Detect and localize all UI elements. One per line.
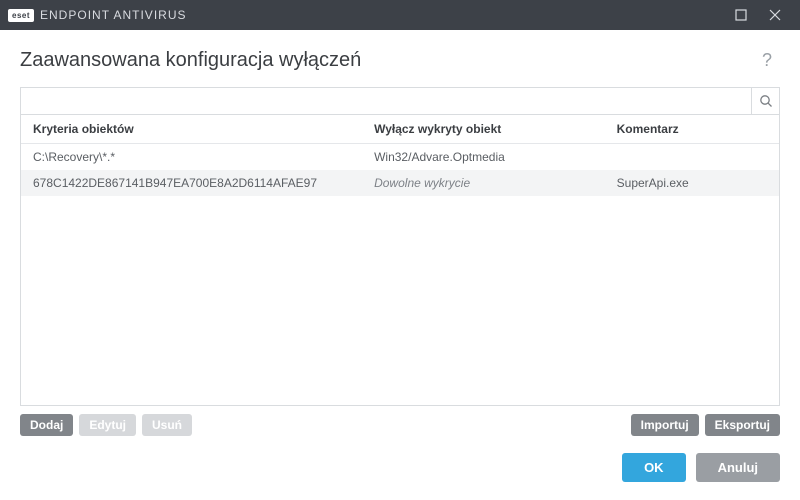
close-button[interactable] [758, 0, 792, 30]
exclusions-table-wrap: Kryteria obiektów Wyłącz wykryty obiekt … [20, 115, 780, 406]
titlebar: eset ENDPOINT ANTIVIRUS [0, 0, 800, 30]
export-button[interactable]: Eksportuj [705, 414, 780, 436]
search-row [20, 87, 780, 115]
cell-exclude: Dowolne wykrycie [362, 170, 605, 196]
cell-comment: SuperApi.exe [605, 170, 779, 196]
toolbar: Dodaj Edytuj Usuń Importuj Eksportuj [0, 406, 800, 436]
delete-button: Usuń [142, 414, 192, 436]
cell-criteria: 678C1422DE867141B947EA700E8A2D6114AFAE97 [21, 170, 362, 196]
minimize-icon [735, 9, 747, 21]
search-input[interactable] [21, 88, 751, 114]
footer: OK Anuluj [0, 439, 800, 500]
help-icon[interactable]: ? [754, 46, 780, 75]
exclusions-table: Kryteria obiektów Wyłącz wykryty obiekt … [21, 115, 779, 196]
brand-text: ENDPOINT ANTIVIRUS [40, 8, 186, 22]
cancel-button[interactable]: Anuluj [696, 453, 780, 482]
cell-exclude: Win32/Advare.Optmedia [362, 144, 605, 171]
cell-criteria: C:\Recovery\*.* [21, 144, 362, 171]
minimize-button[interactable] [724, 0, 758, 30]
close-icon [769, 9, 781, 21]
col-comment[interactable]: Komentarz [605, 115, 779, 144]
brand-badge: eset [8, 9, 34, 22]
search-icon [759, 94, 773, 108]
ok-button[interactable]: OK [622, 453, 686, 482]
edit-button: Edytuj [79, 414, 136, 436]
search-button[interactable] [751, 88, 779, 114]
page-title: Zaawansowana konfiguracja wyłączeń [20, 49, 754, 72]
add-button[interactable]: Dodaj [20, 414, 73, 436]
header: Zaawansowana konfiguracja wyłączeń ? [0, 30, 800, 87]
col-criteria[interactable]: Kryteria obiektów [21, 115, 362, 144]
table-row[interactable]: C:\Recovery\*.*Win32/Advare.Optmedia [21, 144, 779, 171]
cell-comment [605, 144, 779, 171]
col-exclude[interactable]: Wyłącz wykryty obiekt [362, 115, 605, 144]
import-button[interactable]: Importuj [631, 414, 699, 436]
table-row[interactable]: 678C1422DE867141B947EA700E8A2D6114AFAE97… [21, 170, 779, 196]
